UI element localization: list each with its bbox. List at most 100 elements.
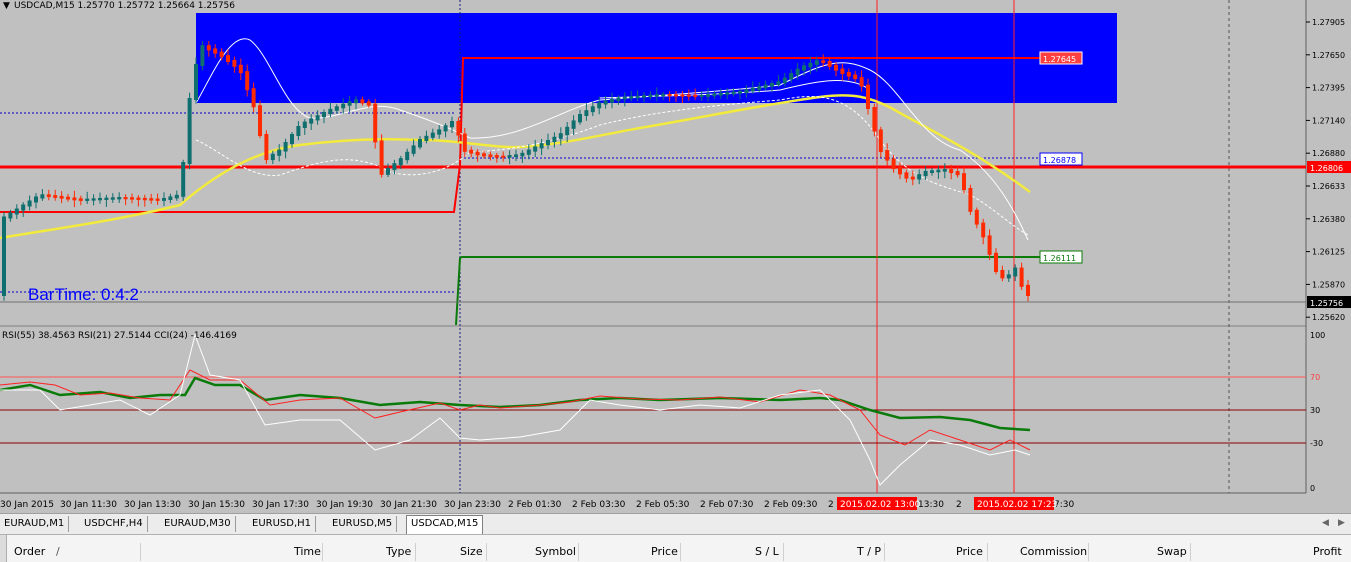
svg-text:1.26111: 1.26111 bbox=[1043, 254, 1076, 263]
candle-body bbox=[379, 140, 384, 175]
candle-body bbox=[674, 94, 678, 97]
candle-body bbox=[610, 99, 614, 103]
candle-body bbox=[494, 155, 499, 158]
svg-text:2015.02.02 13:00: 2015.02.02 13:00 bbox=[840, 500, 921, 510]
rsi-tick-label: 100 bbox=[1310, 331, 1325, 340]
price-tick-label: 1.27905 bbox=[1312, 18, 1345, 27]
svg-text:1.25756: 1.25756 bbox=[1310, 299, 1343, 308]
candle-body bbox=[558, 133, 563, 139]
candle-body bbox=[360, 99, 365, 104]
candle-body bbox=[853, 74, 858, 80]
candle-body bbox=[142, 197, 147, 201]
col-swap[interactable]: Swap bbox=[1157, 543, 1187, 561]
candle-body bbox=[526, 149, 531, 155]
time-tick-label: 2 Feb 05:30 bbox=[636, 500, 690, 510]
tab-usdcad-m15[interactable]: USDCAD,M15 bbox=[406, 515, 484, 534]
candle-body bbox=[334, 106, 339, 111]
col-sl[interactable]: S / L bbox=[755, 543, 779, 561]
time-tick-label: 2 Feb 09:30 bbox=[764, 500, 818, 510]
candle-body bbox=[27, 200, 32, 207]
tab-scroll-right-icon[interactable]: ▶ bbox=[1338, 518, 1345, 528]
candle-body bbox=[309, 118, 314, 124]
candle-body bbox=[315, 115, 320, 121]
chart-window[interactable]: 1.27905 1.27650 1.27395 1.27140 1.26880 1.266… bbox=[0, 0, 1351, 513]
candle-body bbox=[834, 64, 838, 71]
tab-eurusd-h1[interactable]: EURUSD,H1 bbox=[248, 516, 317, 532]
col-commission[interactable]: Commission bbox=[1020, 543, 1087, 561]
candle-body bbox=[667, 94, 672, 97]
candle-body bbox=[130, 197, 134, 200]
tab-eurusd-m5[interactable]: EURUSD,M5 bbox=[328, 516, 398, 532]
time-tick-label: 2 bbox=[956, 500, 962, 510]
col-order[interactable]: Order bbox=[14, 543, 45, 561]
candle-body bbox=[878, 129, 883, 153]
candle-body bbox=[21, 204, 26, 211]
candle-body bbox=[622, 96, 627, 100]
time-tick-label: 2 bbox=[828, 500, 834, 510]
col-profit[interactable]: Profit bbox=[1313, 543, 1342, 561]
candle-body bbox=[270, 153, 275, 161]
tab-euraud-m30[interactable]: EURAUD,M30 bbox=[160, 516, 236, 532]
candle-body bbox=[149, 198, 154, 201]
col-type[interactable]: Type bbox=[386, 543, 411, 561]
candle-body bbox=[354, 99, 358, 104]
candle-body bbox=[213, 48, 218, 54]
candle-body bbox=[264, 134, 269, 161]
candle-body bbox=[706, 94, 710, 97]
candle-body bbox=[200, 45, 205, 66]
candle-body bbox=[712, 93, 717, 97]
candle-body bbox=[533, 146, 538, 152]
terminal-handle[interactable] bbox=[0, 535, 7, 562]
candle-body bbox=[891, 158, 896, 170]
candle-body bbox=[258, 105, 262, 136]
price-chart[interactable]: 1.27905 1.27650 1.27395 1.27140 1.26880 1.266… bbox=[0, 0, 1351, 513]
crosshair-label-2: 2015.02.02 17:23 bbox=[974, 497, 1057, 510]
candle-body bbox=[686, 94, 691, 97]
candle-body bbox=[187, 98, 192, 164]
candle-body bbox=[642, 95, 646, 98]
candle-body bbox=[629, 96, 634, 99]
candle-body bbox=[219, 51, 224, 58]
candle-body bbox=[456, 121, 461, 136]
candle-body bbox=[578, 114, 582, 123]
candle-body bbox=[821, 60, 826, 63]
col-tp[interactable]: T / P bbox=[857, 543, 881, 561]
candle-body bbox=[1000, 270, 1005, 279]
candle-body bbox=[885, 150, 890, 161]
col-price[interactable]: Price bbox=[651, 543, 678, 561]
candle-body bbox=[750, 87, 755, 92]
axis-label-red: 1.26806 bbox=[1307, 161, 1351, 173]
candle-body bbox=[597, 102, 602, 109]
candle-body bbox=[955, 171, 960, 176]
col-close-price[interactable]: Price bbox=[956, 543, 983, 561]
candle-body bbox=[552, 136, 557, 142]
candle-body bbox=[59, 195, 64, 199]
chart-tab-bar: EURAUD,M1 USDCHF,H4 EURAUD,M30 EURUSD,H1… bbox=[0, 513, 1351, 534]
col-symbol[interactable]: Symbol bbox=[535, 543, 576, 561]
candle-body bbox=[66, 196, 70, 200]
price-tick-label: 1.26880 bbox=[1312, 149, 1345, 158]
candle-body bbox=[386, 168, 390, 175]
col-size[interactable]: Size bbox=[460, 543, 483, 561]
col-time[interactable]: Time bbox=[294, 543, 321, 561]
candle-body bbox=[302, 121, 307, 128]
col-sort-icon[interactable]: / bbox=[56, 543, 60, 561]
tab-scroll-left-icon[interactable]: ◀ bbox=[1322, 518, 1329, 528]
candle-body bbox=[174, 194, 179, 199]
tab-usdchf-h4[interactable]: USDCHF,H4 bbox=[80, 516, 148, 532]
candle-body bbox=[840, 68, 845, 74]
candle-body bbox=[718, 92, 723, 96]
candle-body bbox=[136, 197, 141, 200]
candle-body bbox=[968, 188, 973, 212]
candle-body bbox=[635, 95, 640, 99]
candle-body bbox=[654, 94, 659, 97]
candle-body bbox=[904, 172, 909, 179]
candle-body bbox=[14, 208, 19, 215]
candle-body bbox=[290, 134, 294, 144]
tab-euraud-m1[interactable]: EURAUD,M1 bbox=[0, 516, 70, 532]
time-tick-label: 30 Jan 2015 bbox=[0, 500, 54, 510]
candle-body bbox=[462, 133, 467, 152]
candle-body bbox=[418, 139, 422, 148]
candle-body bbox=[162, 198, 166, 201]
svg-text:1.26878: 1.26878 bbox=[1043, 156, 1076, 165]
